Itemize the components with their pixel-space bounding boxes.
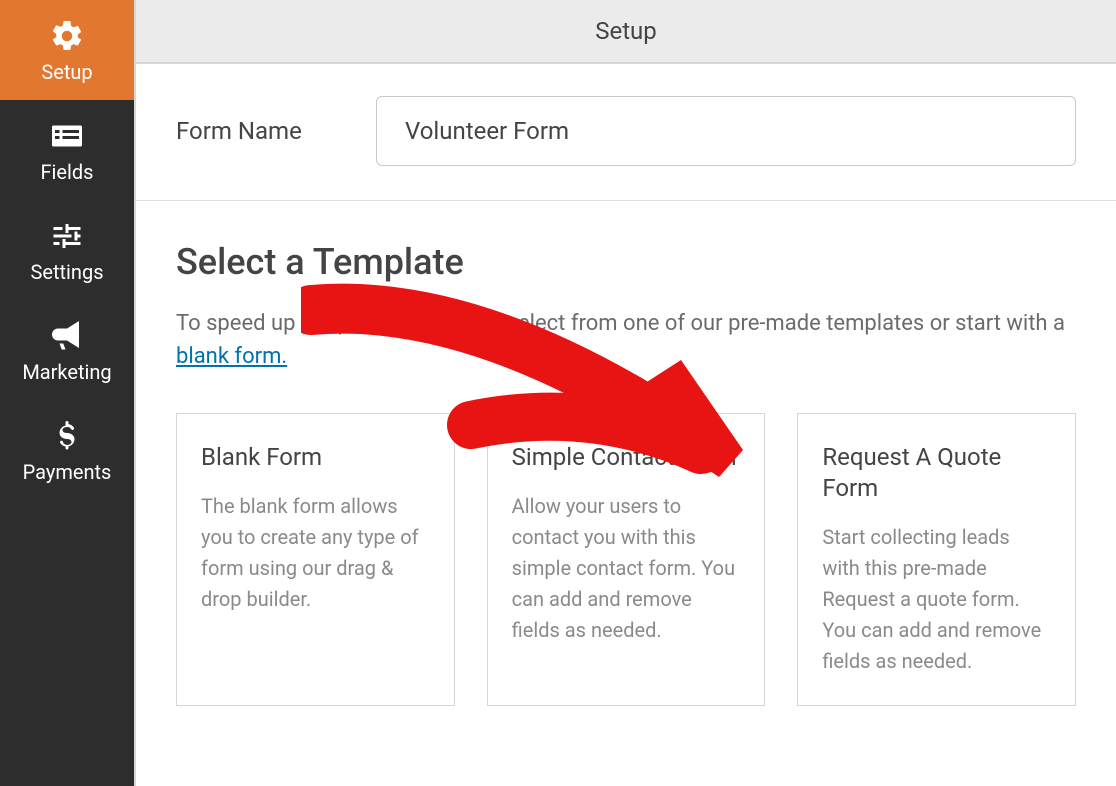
sidebar-item-setup[interactable]: Setup [0,0,134,100]
main-panel: Setup Form Name Select a Template To spe… [134,0,1116,786]
template-desc: Start collecting leads with this pre-mad… [822,522,1051,677]
sidebar: Setup Fields Settings Marketing Payments [0,0,134,786]
megaphone-icon [49,318,85,354]
form-name-input[interactable] [376,96,1076,166]
template-section-title: Select a Template [176,241,1076,283]
template-title: Simple Contact Form [512,442,741,473]
form-name-label: Form Name [176,117,376,145]
dollar-icon [49,418,85,454]
sidebar-item-label: Marketing [22,360,111,384]
blank-form-link[interactable]: blank form. [176,344,287,369]
template-section-desc: To speed up the process, you can select … [176,307,1076,373]
template-card-request-quote[interactable]: Request A Quote Form Start collecting le… [797,413,1076,706]
sidebar-item-label: Setup [41,60,92,84]
topbar: Setup [136,0,1116,64]
list-icon [49,118,85,154]
sidebar-item-settings[interactable]: Settings [0,200,134,300]
template-desc: The blank form allows you to create any … [201,491,430,615]
sliders-icon [49,218,85,254]
sidebar-item-label: Fields [41,160,94,184]
gear-icon [49,18,85,54]
form-name-row: Form Name [136,64,1116,201]
sidebar-item-label: Payments [23,460,112,484]
template-grid: Blank Form The blank form allows you to … [176,413,1076,706]
template-desc: Allow your users to contact you with thi… [512,491,741,646]
template-title: Request A Quote Form [822,442,1051,504]
desc-text: To speed up the process, you can select … [176,311,1065,336]
template-title: Blank Form [201,442,430,473]
sidebar-item-fields[interactable]: Fields [0,100,134,200]
topbar-title: Setup [595,17,657,45]
sidebar-item-marketing[interactable]: Marketing [0,300,134,400]
content: Select a Template To speed up the proces… [136,201,1116,706]
template-card-simple-contact[interactable]: Simple Contact Form Allow your users to … [487,413,766,706]
template-card-blank[interactable]: Blank Form The blank form allows you to … [176,413,455,706]
sidebar-item-label: Settings [30,260,103,284]
sidebar-item-payments[interactable]: Payments [0,400,134,500]
